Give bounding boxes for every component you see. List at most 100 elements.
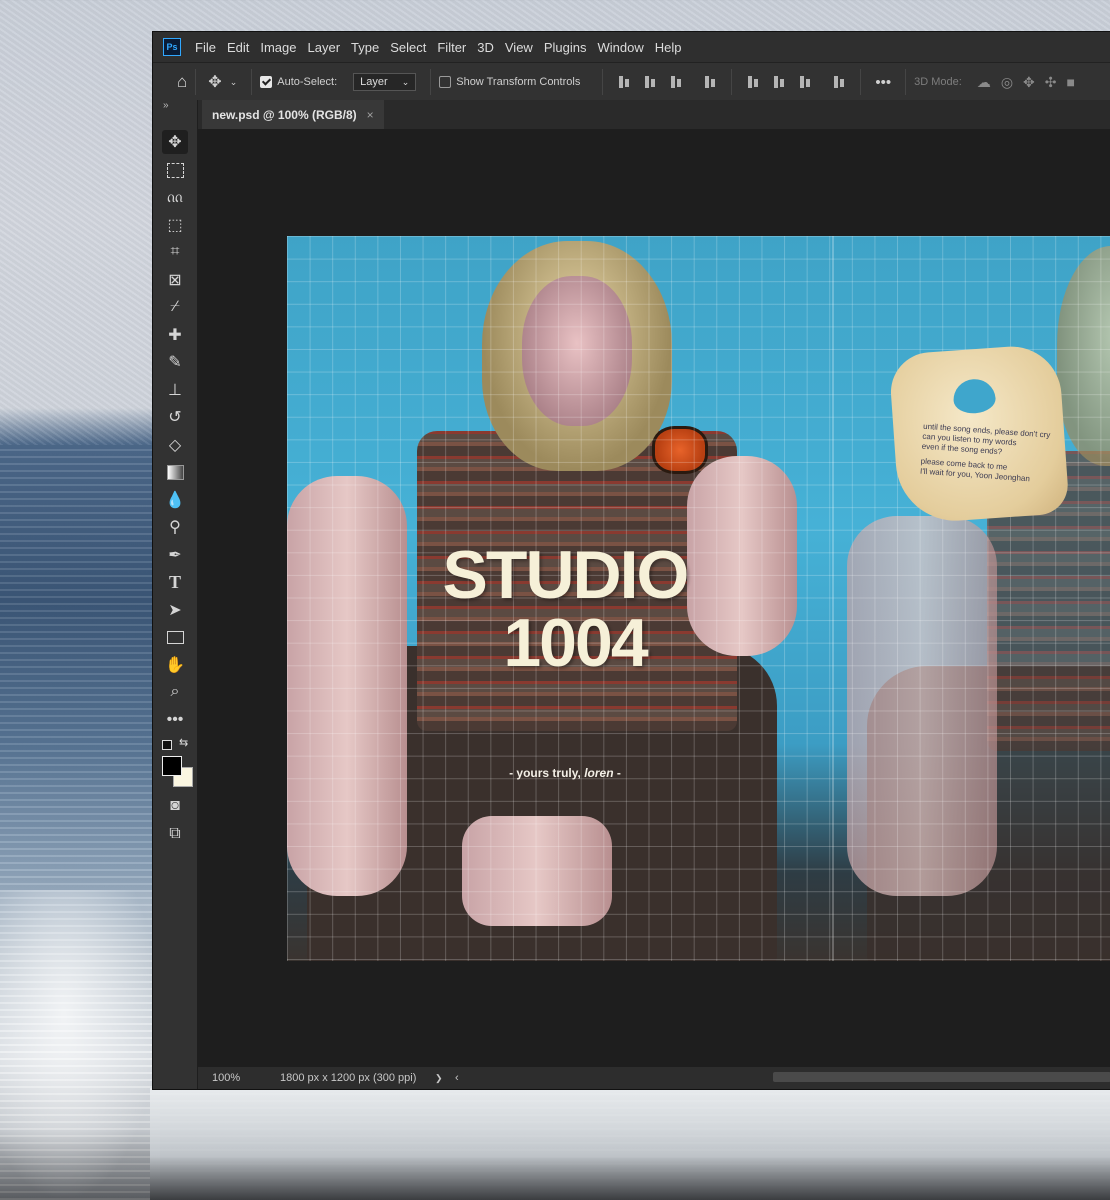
menu-edit[interactable]: Edit: [227, 40, 249, 55]
align-center-icon[interactable]: [643, 75, 657, 89]
divider: [195, 69, 197, 95]
menu-layer[interactable]: Layer: [308, 40, 341, 55]
move-tool-icon[interactable]: ✥: [208, 72, 221, 92]
bread-clip-tag: until the song ends, please don't cry ca…: [888, 343, 1070, 525]
document-info[interactable]: 1800 px x 1200 px (300 ppi): [280, 1072, 435, 1084]
zoom-level[interactable]: 100%: [212, 1072, 280, 1084]
3d-scale-icon[interactable]: ■: [1067, 74, 1075, 90]
auto-select-dropdown[interactable]: Layer ⌄: [353, 73, 417, 91]
foreground-color-swatch[interactable]: [162, 756, 182, 776]
heart-hole: [952, 377, 997, 415]
blur-tool-icon[interactable]: 💧: [162, 488, 188, 512]
align-top-icon[interactable]: [746, 75, 760, 89]
signature-name: loren: [584, 766, 614, 780]
clone-stamp-tool-icon[interactable]: ⊥: [162, 378, 188, 402]
artwork-title-line1: STUDIO: [442, 537, 690, 613]
quick-mask-icon[interactable]: ◙: [162, 794, 188, 818]
align-right-icon[interactable]: [669, 75, 683, 89]
auto-select-label: Auto-Select:: [277, 76, 338, 88]
healing-brush-tool-icon[interactable]: ✚: [162, 323, 188, 347]
status-bar: 100% 1800 px x 1200 px (300 ppi) ❯ ‹: [198, 1067, 1110, 1089]
menu-window[interactable]: Window: [597, 40, 643, 55]
crop-tool-icon[interactable]: ⌗: [162, 240, 188, 264]
transform-controls-label: Show Transform Controls: [456, 76, 581, 88]
dodge-tool-icon[interactable]: ⚲: [162, 515, 188, 539]
divider: [731, 69, 733, 95]
path-selection-tool-icon[interactable]: ➤: [162, 598, 188, 622]
signature-suffix: -: [613, 766, 621, 780]
marquee-tool-icon[interactable]: [162, 158, 188, 182]
menu-bar: Ps File Edit Image Layer Type Select Fil…: [153, 32, 1110, 62]
menu-image[interactable]: Image: [260, 40, 296, 55]
document-tab-title: new.psd @ 100% (RGB/8): [212, 107, 357, 122]
auto-select-checkbox[interactable]: [260, 76, 273, 88]
hand-tool-icon[interactable]: ✋: [162, 653, 188, 677]
signature-prefix: - yours truly,: [509, 766, 585, 780]
tag-message: until the song ends, please don't cry ca…: [920, 422, 1059, 486]
type-tool-icon[interactable]: T: [162, 570, 188, 594]
align-middle-icon[interactable]: [772, 75, 786, 89]
menu-filter[interactable]: Filter: [437, 40, 466, 55]
object-selection-tool-icon[interactable]: ⬚: [162, 213, 188, 237]
align-left-icon[interactable]: [617, 75, 631, 89]
align-bottom-icon[interactable]: [798, 75, 812, 89]
transform-controls-checkbox[interactable]: [439, 76, 452, 88]
workspace: STUDIO 1004 - yours truly, loren - until…: [198, 129, 1110, 1067]
swap-colors-icon[interactable]: ⇆: [179, 736, 188, 749]
status-next-icon[interactable]: ❯: [435, 1073, 455, 1084]
divider: [860, 69, 862, 95]
frame-tool-icon[interactable]: ⊠: [162, 268, 188, 292]
options-bar: ⌂ ✥ ⌄ Auto-Select: Layer ⌄ Show Transfor…: [153, 62, 1110, 102]
photoshop-logo-icon[interactable]: Ps: [163, 38, 181, 56]
document-tab-bar: new.psd @ 100% (RGB/8) ×: [198, 100, 1110, 129]
divider: [905, 69, 907, 95]
zoom-tool-icon[interactable]: ⌕: [162, 680, 188, 704]
menu-plugins[interactable]: Plugins: [544, 40, 587, 55]
artwork-title-line2: 1004: [503, 605, 648, 681]
edit-toolbar-icon[interactable]: •••: [162, 708, 188, 732]
more-options-icon[interactable]: •••: [875, 74, 891, 91]
close-icon[interactable]: ×: [367, 108, 374, 122]
menu-help[interactable]: Help: [655, 40, 682, 55]
divider: [430, 69, 432, 95]
gradient-tool-icon[interactable]: [162, 460, 188, 484]
brush-tool-icon[interactable]: ✎: [162, 350, 188, 374]
tools-panel: » ✥ ᦶ ⬚ ⌗ ⊠ ⌿ ✚ ✎ ⊥ ↺ ◇ 💧 ⚲ ✒ T ➤ ✋ ⌕ ••…: [153, 100, 198, 1089]
history-brush-tool-icon[interactable]: ↺: [162, 405, 188, 429]
distribute-horizontal-icon[interactable]: [703, 75, 717, 89]
auto-select-value: Layer: [360, 76, 388, 88]
background-shore: [150, 1088, 1110, 1200]
3d-roll-icon[interactable]: ◎: [1001, 74, 1013, 91]
lasso-tool-icon[interactable]: ᦶ: [162, 186, 188, 210]
document-canvas[interactable]: STUDIO 1004 - yours truly, loren - until…: [287, 236, 1110, 961]
menu-3d[interactable]: 3D: [477, 40, 494, 55]
pen-tool-icon[interactable]: ✒: [162, 543, 188, 567]
background-foam: [0, 890, 160, 1200]
menu-view[interactable]: View: [505, 40, 533, 55]
chevron-down-icon[interactable]: ⌄: [230, 77, 238, 88]
expand-panel-icon[interactable]: »: [163, 100, 169, 111]
3d-slide-icon[interactable]: ✣: [1045, 74, 1057, 91]
eraser-tool-icon[interactable]: ◇: [162, 433, 188, 457]
document-tab[interactable]: new.psd @ 100% (RGB/8) ×: [202, 100, 384, 129]
menu-type[interactable]: Type: [351, 40, 379, 55]
divider: [251, 69, 253, 95]
photoshop-window: Ps File Edit Image Layer Type Select Fil…: [152, 31, 1110, 1090]
scroll-left-icon[interactable]: ‹: [455, 1072, 459, 1084]
menu-file[interactable]: File: [195, 40, 216, 55]
default-colors-icon[interactable]: [162, 740, 172, 750]
distribute-vertical-icon[interactable]: [832, 75, 846, 89]
menu-select[interactable]: Select: [390, 40, 426, 55]
3d-orbit-icon[interactable]: ☁: [977, 74, 991, 91]
home-icon[interactable]: ⌂: [177, 72, 187, 92]
artwork-title: STUDIO 1004: [287, 541, 843, 677]
3d-pan-icon[interactable]: ✥: [1023, 74, 1035, 91]
divider: [602, 69, 604, 95]
screen-mode-icon[interactable]: ⧉: [162, 822, 188, 846]
move-tool-icon[interactable]: ✥: [162, 130, 188, 154]
rectangle-tool-icon[interactable]: [162, 625, 188, 649]
horizontal-scrollbar[interactable]: [773, 1072, 1110, 1082]
3d-mode-label: 3D Mode:: [914, 76, 962, 88]
artwork-signature: - yours truly, loren -: [287, 766, 843, 780]
eyedropper-tool-icon[interactable]: ⌿: [162, 295, 188, 319]
